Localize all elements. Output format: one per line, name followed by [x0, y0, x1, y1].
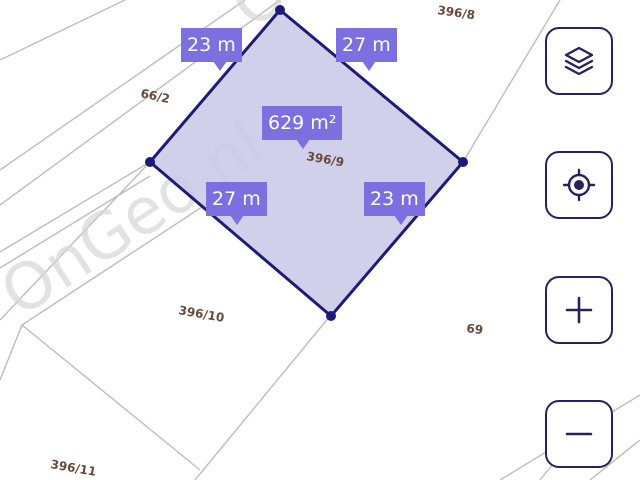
parcel-label: 396/8 — [437, 3, 476, 22]
parcel-line — [0, 0, 126, 61]
parcel-label: 396/10 — [177, 303, 225, 325]
parcel-label: 69 — [466, 321, 484, 337]
edge-length-label: 27 m — [206, 182, 267, 225]
parcel-line — [194, 315, 331, 480]
zoom-out-button[interactable] — [545, 400, 613, 468]
parcel-label: 396/11 — [49, 457, 97, 479]
edge-length-label: 23 m — [364, 182, 425, 225]
edge-length-label: 27 m — [336, 28, 397, 71]
area-label: 629 m² — [262, 106, 343, 149]
minus-icon — [565, 432, 593, 436]
vertex-handle[interactable] — [275, 5, 285, 15]
parcel-line — [21, 324, 201, 471]
vertex-handle[interactable] — [326, 311, 336, 321]
map-view[interactable]: OnGeo.nl OnGeo.nl 396/8 66/2 396/10 69 3… — [0, 0, 640, 480]
layers-button[interactable] — [545, 27, 613, 95]
vertex-handle[interactable] — [145, 157, 155, 167]
cadastral-map[interactable]: OnGeo.nl OnGeo.nl 396/8 66/2 396/10 69 3… — [0, 0, 640, 480]
edge-length-label: 23 m — [181, 28, 242, 71]
plus-icon — [565, 296, 593, 324]
parcel-line — [0, 324, 23, 381]
layers-icon — [564, 46, 594, 76]
locate-button[interactable] — [545, 151, 613, 219]
zoom-in-button[interactable] — [545, 276, 613, 344]
vertex-handle[interactable] — [458, 157, 468, 167]
parcel-label: 66/2 — [139, 86, 171, 106]
locate-icon — [562, 168, 596, 202]
